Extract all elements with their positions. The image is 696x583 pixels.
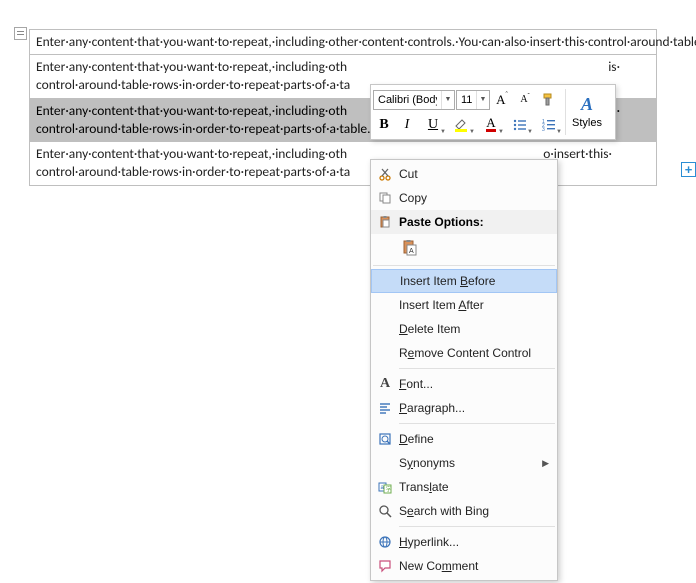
menu-delete-item[interactable]: Delete Item [371, 317, 557, 341]
format-painter-button[interactable] [537, 89, 559, 111]
chevron-down-icon[interactable]: ▼ [476, 91, 489, 109]
paste-keep-text-button[interactable]: A [399, 237, 421, 259]
separator [399, 423, 555, 424]
comment-icon [378, 559, 392, 573]
divider [565, 89, 566, 135]
clipboard-text-icon: A [401, 239, 419, 257]
bullets-button[interactable]: ▼ [506, 114, 534, 136]
paste-options-row: A [371, 234, 557, 262]
cell-text: Enter·any·content·that·you·want·to·repea… [36, 58, 347, 75]
menu-paste-options-header: Paste Options: [371, 210, 557, 234]
cell-text: control·around·table·rows·in·order·to·re… [36, 76, 350, 93]
font-name-input[interactable] [374, 94, 441, 106]
menu-insert-item-before[interactable]: Insert Item Before [371, 269, 557, 293]
underline-button[interactable]: U▼ [419, 114, 447, 136]
cell-text: control·around·table·rows·in·order·to·re… [36, 163, 350, 180]
shrink-font-button[interactable]: Aˇ [514, 89, 536, 111]
chevron-down-icon[interactable]: ▼ [441, 91, 454, 109]
copy-icon [378, 191, 392, 205]
italic-button[interactable]: I [396, 114, 418, 136]
cut-icon [378, 167, 392, 181]
menu-copy[interactable]: Copy [371, 186, 557, 210]
styles-button[interactable]: A Styles [568, 87, 606, 135]
numbering-button[interactable]: 1 2 3 ▼ [535, 114, 563, 136]
svg-text:字: 字 [386, 486, 392, 494]
paintbrush-icon [540, 92, 556, 108]
cell-text: control·around·table·rows·in·order·to·re… [36, 120, 371, 137]
translate-icon: a字 [378, 480, 392, 494]
styles-icon: A [581, 94, 593, 115]
paragraph-icon [378, 401, 392, 415]
font-name-combo[interactable]: ▼ [373, 90, 455, 110]
font-color-button[interactable]: A ▼ [477, 114, 505, 136]
grow-font-button[interactable]: Aˆ [491, 89, 513, 111]
menu-new-comment[interactable]: New Comment [371, 554, 557, 578]
cell-text: Enter·any·content·that·you·want·to·repea… [36, 145, 347, 162]
menu-remove-content-control[interactable]: Remove Content Control [371, 341, 557, 365]
table-row[interactable]: Enter·any·content·that·you·want·to·repea… [30, 30, 656, 55]
menu-search-bing[interactable]: Search with Bing [371, 499, 557, 523]
highlight-icon [454, 118, 470, 132]
font-size-input[interactable] [457, 94, 476, 106]
hyperlink-icon [378, 535, 392, 549]
search-icon [378, 504, 392, 518]
menu-font[interactable]: A Font... [371, 372, 557, 396]
chevron-right-icon: ▶ [542, 458, 549, 469]
add-row-button[interactable]: + [681, 162, 696, 177]
svg-text:3: 3 [542, 127, 545, 131]
styles-label: Styles [572, 117, 602, 129]
cell-text: Enter·any·content·that·you·want·to·repea… [36, 102, 347, 119]
bullets-icon [513, 119, 527, 131]
menu-paragraph[interactable]: Paragraph... [371, 396, 557, 420]
menu-insert-item-after[interactable]: Insert Item After [371, 293, 557, 317]
content-control-handle[interactable] [14, 27, 27, 40]
separator [399, 368, 555, 369]
define-icon [378, 432, 392, 446]
menu-cut[interactable]: Cut [371, 162, 557, 186]
menu-define[interactable]: Define [371, 427, 557, 451]
font-icon: A [380, 376, 390, 392]
mini-toolbar: ▼ ▼ Aˆ Aˇ [370, 84, 616, 140]
menu-synonyms[interactable]: Synonyms ▶ [371, 451, 557, 475]
svg-text:A: A [409, 248, 414, 255]
numbering-icon: 1 2 3 [542, 119, 556, 131]
paste-icon [378, 215, 392, 229]
separator [373, 265, 555, 266]
font-size-combo[interactable]: ▼ [456, 90, 490, 110]
menu-translate[interactable]: a字 Translate [371, 475, 557, 499]
context-menu: Cut Copy Paste Options: A Insert Item Be… [370, 159, 558, 581]
highlight-button[interactable]: ▼ [448, 114, 476, 136]
menu-hyperlink[interactable]: Hyperlink... [371, 530, 557, 554]
separator [399, 526, 555, 527]
bold-button[interactable]: B [373, 114, 395, 136]
cell-text: is· [608, 58, 620, 75]
table-row[interactable]: Enter·any·content·that·you·want·to·repea… [30, 142, 656, 184]
